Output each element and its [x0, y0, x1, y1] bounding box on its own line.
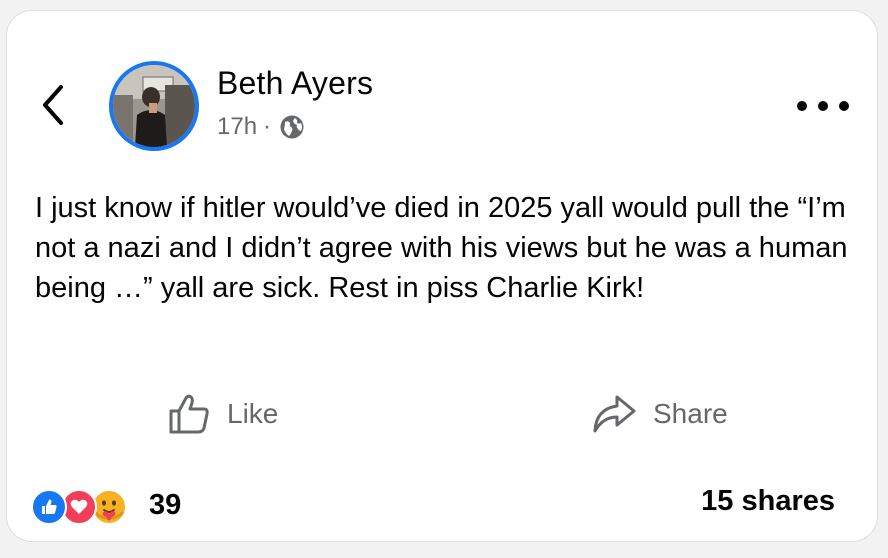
like-button[interactable]: Like [167, 389, 278, 439]
more-dot-icon [818, 101, 828, 111]
more-dot-icon [797, 101, 807, 111]
share-label: Share [653, 398, 728, 429]
more-dot-icon [839, 101, 849, 111]
share-arrow-icon [593, 395, 636, 433]
reaction-icons [31, 485, 149, 525]
like-label: Like [227, 398, 279, 429]
thumbs-up-icon [169, 394, 209, 434]
post-timestamp[interactable]: 17h [217, 113, 257, 141]
post-body: I just know if hitler would’ve died in 2… [35, 192, 848, 304]
profile-photo [113, 65, 195, 147]
avatar[interactable] [109, 61, 199, 151]
author-name[interactable]: Beth Ayers [217, 65, 373, 102]
chevron-left-icon [43, 85, 63, 125]
share-button[interactable]: Share [591, 389, 728, 439]
meta-separator: · [263, 113, 272, 140]
reaction-count: 39 [149, 488, 182, 521]
more-options-button[interactable] [797, 91, 849, 121]
shares-count[interactable]: 15 shares [701, 485, 835, 518]
post-card: Beth Ayers 17h · I just know if hitler w… [6, 10, 878, 542]
reactions-summary[interactable]: 39 [31, 483, 181, 527]
globe-icon[interactable] [279, 114, 305, 140]
like-reaction-icon [31, 489, 67, 525]
back-button[interactable] [35, 81, 71, 129]
post-meta: 17h · [217, 112, 305, 142]
